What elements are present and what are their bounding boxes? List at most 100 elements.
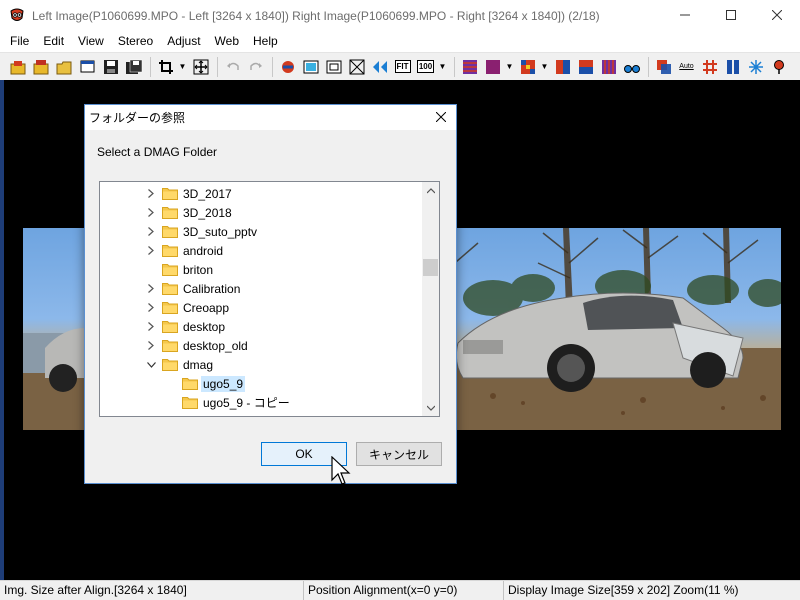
grid-button[interactable] [699,56,720,77]
chevron-right-icon[interactable] [146,317,156,336]
chevron-down-icon [426,405,435,411]
chevron-right-icon[interactable] [146,241,156,260]
fit-frame-button[interactable] [346,56,367,77]
chevron-right-icon[interactable] [146,222,156,241]
tree-item[interactable]: Creoapp [146,298,229,317]
cancel-button[interactable]: キャンセル [356,442,442,466]
swap-button[interactable] [277,56,298,77]
status-display-size: Display Image Size[359 x 202] Zoom(11 %) [508,583,739,597]
anaglyph-icon [462,59,477,74]
open-folder-button[interactable] [54,56,75,77]
align-button[interactable] [653,56,674,77]
toolbar-separator [217,56,218,77]
tree-item[interactable]: 3D_2017 [146,184,232,203]
tree-item[interactable]: dmag [146,355,213,374]
color-mode-button[interactable] [482,56,503,77]
glasses-button[interactable] [621,56,642,77]
chevron-right-icon[interactable] [146,203,156,222]
menu-help[interactable]: Help [246,31,285,51]
open-images-button[interactable] [8,56,29,77]
zoom-100-button[interactable]: 100 [415,56,436,77]
fit-button[interactable]: FIT [392,56,413,77]
window-titlebar: Left Image(P1060699.MPO - Left [3264 x 1… [0,0,800,31]
open-left-icon [33,59,48,74]
tree-item[interactable]: ugo5_9 [182,374,246,393]
dialog-close-button[interactable] [426,105,456,130]
chevron-right-icon[interactable] [146,336,156,355]
scroll-down-button[interactable] [422,399,439,416]
open-folder-icon [56,61,71,74]
move-button[interactable] [190,56,211,77]
crop-icon [158,59,173,74]
redo-button[interactable] [245,56,266,77]
menu-file[interactable]: File [3,31,36,51]
close-button[interactable] [754,0,800,31]
status-position: Position Alignment(x=0 y=0) [304,581,504,600]
split-button[interactable] [722,56,743,77]
status-img-size: Img. Size after Align.[3264 x 1840] [0,581,304,600]
open-window-button[interactable] [77,56,98,77]
minimize-button[interactable] [662,0,708,31]
color-dropdown-icon[interactable]: ▼ [505,62,514,71]
over-under-button[interactable] [575,56,596,77]
dialog-titlebar: フォルダーの参照 [85,105,456,130]
crop-button[interactable] [155,56,176,77]
tree-item[interactable]: desktop [146,317,225,336]
open-left-button[interactable] [31,56,52,77]
grid-icon [702,59,717,74]
tree-scrollbar[interactable] [422,182,439,416]
side-by-side-button[interactable] [552,56,573,77]
crop-dropdown-icon[interactable]: ▼ [178,62,187,71]
chevron-right-icon[interactable] [146,298,156,317]
pin-button[interactable] [768,56,789,77]
chevron-right-icon[interactable] [146,184,156,203]
zoom-dropdown-icon[interactable]: ▼ [438,62,447,71]
save-all-button[interactable] [123,56,144,77]
save-button[interactable] [100,56,121,77]
scroll-up-button[interactable] [422,182,439,199]
undo-button[interactable] [222,56,243,77]
tree-item[interactable]: briton [146,260,213,279]
maximize-button[interactable] [708,0,754,31]
view-right-button[interactable] [323,56,344,77]
view-left-button[interactable] [300,56,321,77]
menu-stereo[interactable]: Stereo [111,31,160,51]
undo-icon [226,62,239,70]
folder-tree[interactable]: 3D_2017 3D_2018 3D_suto_pptv android briton C… [99,181,440,417]
chevron-up-icon [426,187,435,193]
prev-next-button[interactable] [369,56,390,77]
anaglyph-button[interactable] [459,56,480,77]
chevron-right-icon[interactable] [146,279,156,298]
window-title: Left Image(P1060699.MPO - Left [3264 x 1… [32,8,600,23]
app-icon [9,8,25,24]
scroll-thumb[interactable] [423,259,438,276]
tree-item[interactable]: 3D_suto_pptv [146,222,257,241]
menu-adjust[interactable]: Adjust [160,31,207,51]
color-mode-icon [485,59,500,74]
tree-item[interactable]: ugo5_9 - コピー [182,393,290,412]
tree-item[interactable]: 3D_2018 [146,203,232,222]
window-icon [80,60,94,72]
toolbar-separator [454,56,455,77]
checker-button[interactable] [517,56,538,77]
interlace-button[interactable] [598,56,619,77]
folder-icon [162,301,178,314]
menu-web[interactable]: Web [208,31,246,51]
effects-button[interactable] [745,56,766,77]
toolbar: ▼ FIT 100 ▼ ▼ ▼ Auto [0,52,800,80]
toolbar-separator [648,56,649,77]
menu-view[interactable]: View [71,31,111,51]
chevron-down-icon[interactable] [146,355,156,374]
tree-item[interactable]: android [146,241,223,260]
redo-icon [249,62,262,70]
tree-item-label: ugo5_9 - コピー [203,396,290,410]
folder-icon [162,244,178,257]
toolbar-separator [150,56,151,77]
auto-align-button[interactable]: Auto [676,56,697,77]
close-icon [771,9,783,23]
tree-item[interactable]: desktop_old [146,336,248,355]
checker-dropdown-icon[interactable]: ▼ [540,62,549,71]
menu-edit[interactable]: Edit [36,31,71,51]
view-right-icon [326,60,341,73]
tree-item[interactable]: Calibration [146,279,240,298]
